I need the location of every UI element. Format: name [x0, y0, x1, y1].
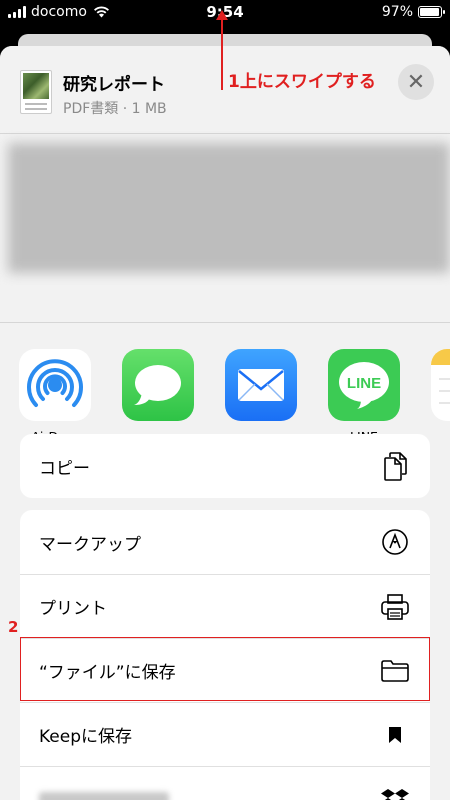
- app-notes[interactable]: [422, 349, 450, 429]
- mail-icon: [225, 349, 297, 421]
- close-button[interactable]: ✕: [398, 64, 434, 100]
- document-thumbnail: [20, 70, 52, 114]
- blurred-contacts-area: [0, 135, 450, 315]
- line-icon: LINE: [328, 349, 400, 421]
- document-title: 研究レポート: [63, 75, 165, 95]
- blurred-content: [8, 143, 450, 273]
- share-sheet: 研究レポート PDF書類 · 1 MB ✕ AirDrop: [0, 46, 450, 800]
- printer-icon: [380, 592, 410, 622]
- status-right: 97%: [381, 4, 445, 20]
- folder-icon: [380, 656, 410, 686]
- document-subtitle: PDF書類 · 1 MB: [63, 101, 167, 117]
- action-save-to-keep[interactable]: Keepに保存: [20, 702, 430, 766]
- blurred-action-label: [39, 791, 169, 800]
- action-markup[interactable]: マークアップ: [20, 510, 430, 574]
- action-label: プリント: [39, 599, 107, 619]
- action-print[interactable]: プリント: [20, 574, 430, 638]
- airdrop-icon: [19, 349, 91, 421]
- action-label: コピー: [39, 458, 90, 479]
- copy-card: コピー: [20, 434, 430, 498]
- messages-icon: [122, 349, 194, 421]
- annotation-step1: 1上にスワイプする: [228, 72, 376, 92]
- action-label: “ファイル”に保存: [39, 663, 176, 683]
- markup-icon: [380, 527, 410, 557]
- section-divider: [0, 322, 450, 323]
- line-icon-text: LINE: [347, 375, 381, 392]
- battery-percentage: 97%: [381, 4, 413, 20]
- action-save-to-files[interactable]: “ファイル”に保存: [20, 638, 430, 702]
- battery-fill: [420, 8, 440, 16]
- battery-icon: [418, 6, 445, 18]
- close-icon: ✕: [406, 69, 426, 95]
- copy-icon: [380, 451, 410, 481]
- bookmark-icon: [380, 720, 410, 750]
- dropbox-icon: [380, 784, 410, 800]
- app-line[interactable]: LINE LINE: [319, 349, 409, 444]
- notes-icon: [431, 349, 450, 421]
- annotation-step2: 2: [8, 618, 19, 636]
- actions-card: マークアップ プリント “ファイル”に保存 Keepに保存: [20, 510, 430, 800]
- action-copy[interactable]: コピー: [20, 434, 430, 498]
- action-blurred[interactable]: [20, 766, 430, 800]
- share-sheet-header: 研究レポート PDF書類 · 1 MB ✕: [0, 46, 450, 134]
- action-label: Keepに保存: [39, 727, 133, 747]
- annotation-swipe-arrow: [216, 10, 228, 90]
- app-airdrop[interactable]: AirDrop: [10, 349, 100, 444]
- action-label: マークアップ: [39, 534, 141, 555]
